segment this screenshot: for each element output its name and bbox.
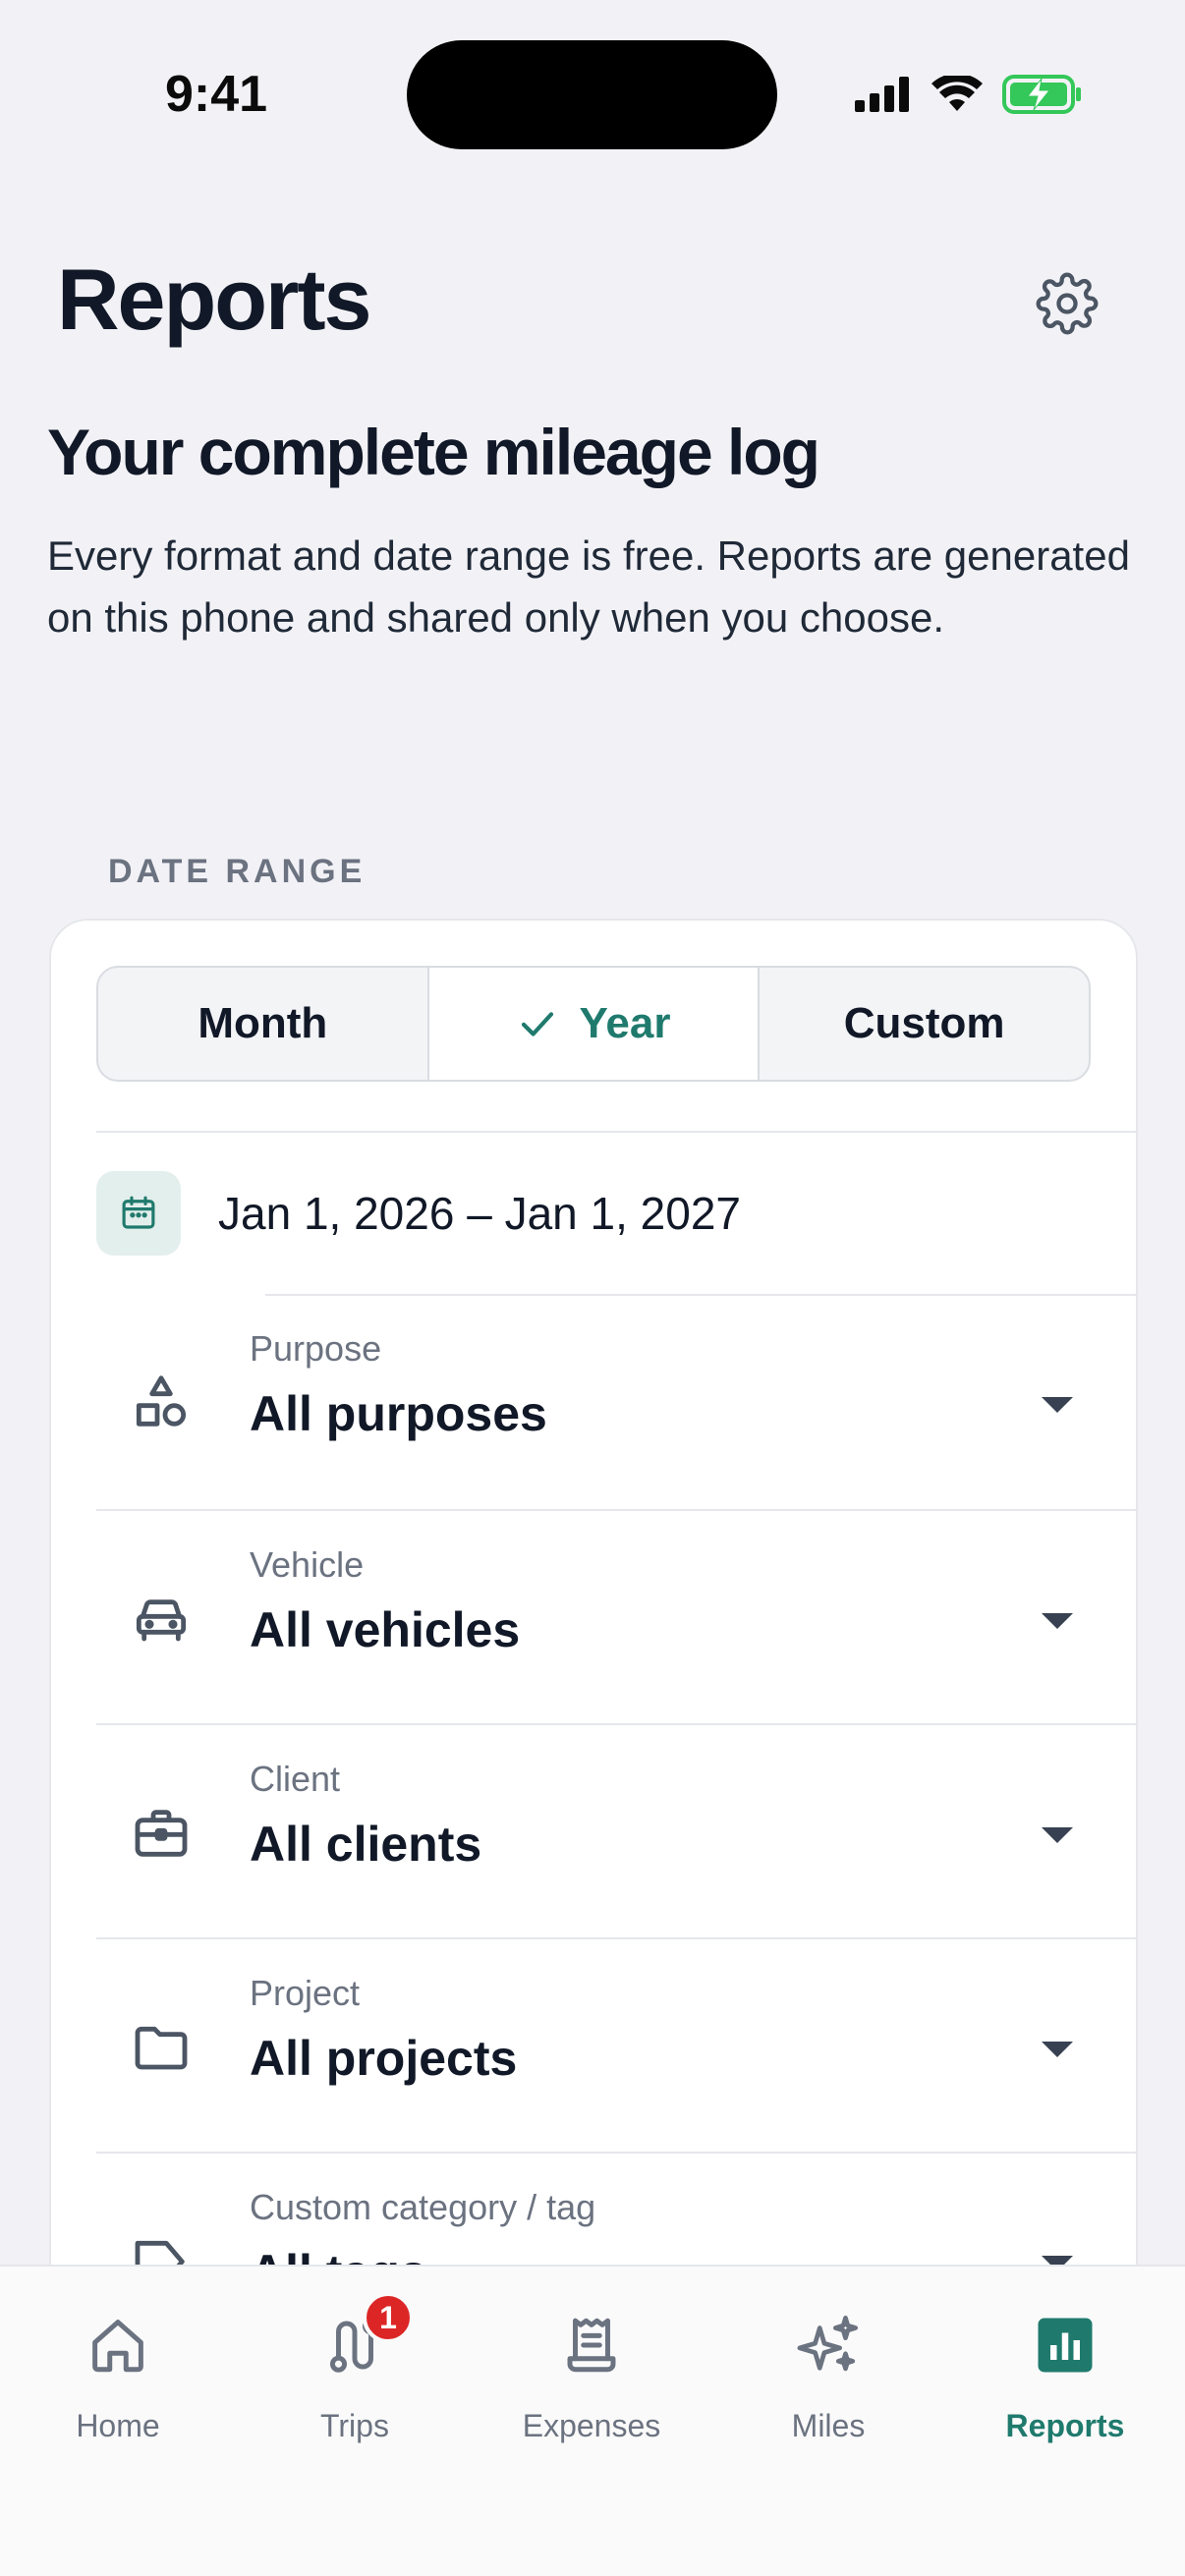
battery-charging-icon: [1002, 75, 1081, 114]
tab-miles-label: Miles: [791, 2408, 866, 2443]
calendar-icon-box: [96, 1171, 181, 1256]
tab-trips-label: Trips: [320, 2408, 389, 2443]
tab-reports[interactable]: Reports: [947, 2267, 1183, 2463]
status-bar: 9:41: [0, 0, 1185, 149]
folder-icon: [130, 2016, 193, 2079]
home-icon: [79, 2306, 157, 2384]
page-title: Reports: [57, 251, 371, 348]
filter-project-label: Project: [250, 1973, 361, 2013]
filter-client-label: Client: [250, 1759, 341, 1799]
tab-reports-label: Reports: [1005, 2408, 1125, 2443]
calendar-icon: [122, 1196, 155, 1229]
hero-title: Your complete mileage log: [47, 416, 820, 488]
tab-expenses[interactable]: Expenses: [474, 2267, 709, 2463]
filter-project[interactable]: Project All projects: [96, 1937, 1136, 2152]
tab-home[interactable]: Home: [0, 2267, 236, 2463]
tab-home-label: Home: [76, 2408, 160, 2443]
settings-button[interactable]: [1032, 268, 1102, 339]
status-icons: [855, 75, 1083, 114]
filter-vehicle-label: Vehicle: [250, 1544, 365, 1585]
date-range-section-label: DATE RANGE: [108, 853, 367, 890]
bar-chart-icon: [1026, 2306, 1104, 2384]
filter-purpose[interactable]: Purpose All purposes: [96, 1295, 1136, 1509]
segment-custom[interactable]: Custom: [758, 968, 1089, 1080]
date-range-row[interactable]: Jan 1, 2026 – Jan 1, 2027: [96, 1131, 1136, 1294]
segment-year[interactable]: Year: [426, 968, 759, 1080]
divider: [265, 1294, 1136, 1296]
bottom-tab-bar: Home 1 Trips Expenses Miles Reports: [0, 2265, 1185, 2576]
caret-down-icon: [1042, 2042, 1073, 2057]
tab-expenses-label: Expenses: [522, 2408, 661, 2443]
segment-month-label: Month: [198, 999, 328, 1047]
tab-miles[interactable]: Miles: [710, 2267, 946, 2463]
shapes-icon: [130, 1372, 193, 1434]
car-icon: [130, 1588, 193, 1651]
sparkles-icon: [789, 2306, 868, 2384]
route-icon: 1: [315, 2292, 414, 2384]
filter-vehicle-value: All vehicles: [250, 1602, 521, 1657]
hero-description: Every format and date range is free. Rep…: [47, 532, 1130, 641]
filter-tag-label: Custom category / tag: [250, 2187, 596, 2227]
caret-down-icon: [1042, 1397, 1073, 1413]
filter-purpose-value: All purposes: [250, 1386, 547, 1441]
date-range-text: Jan 1, 2026 – Jan 1, 2027: [218, 1188, 741, 1239]
filter-purpose-label: Purpose: [250, 1328, 382, 1369]
gear-icon: [1036, 272, 1099, 335]
briefcase-icon: [130, 1802, 193, 1865]
date-range-segmented-control: Month Year Custom: [96, 966, 1091, 1082]
receipt-icon: [552, 2306, 631, 2384]
report-filters-card: Month Year Custom Jan 1, 2026 – Jan 1, 2…: [49, 919, 1138, 2392]
dynamic-island: [407, 40, 777, 149]
tab-trips[interactable]: 1 Trips: [237, 2267, 473, 2463]
filter-vehicle[interactable]: Vehicle All vehicles: [96, 1509, 1136, 1723]
status-time: 9:41: [165, 66, 268, 123]
filter-client-value: All clients: [250, 1817, 482, 1872]
segment-custom-label: Custom: [843, 999, 1005, 1047]
filter-project-value: All projects: [250, 2031, 518, 2086]
filter-client[interactable]: Client All clients: [96, 1723, 1136, 1937]
cellular-signal-icon: [855, 77, 909, 112]
trips-badge: 1: [363, 2292, 414, 2343]
checkmark-icon: [521, 1012, 553, 1036]
wifi-icon: [931, 76, 983, 111]
caret-down-icon: [1042, 1613, 1073, 1629]
caret-down-icon: [1042, 1827, 1073, 1843]
segment-month[interactable]: Month: [98, 968, 427, 1080]
segment-year-label: Year: [579, 999, 671, 1047]
